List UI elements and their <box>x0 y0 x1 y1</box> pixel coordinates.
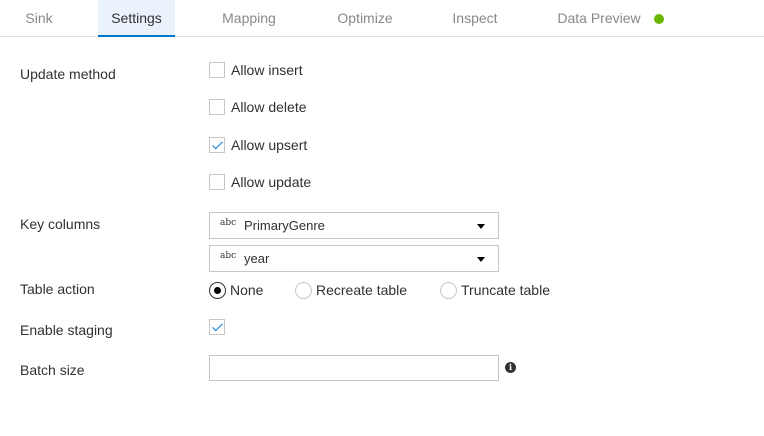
table-action-none-radio[interactable]: None <box>209 280 263 300</box>
table-action-recreate-radio[interactable]: Recreate table <box>295 280 407 300</box>
tab-bar: Sink Settings Mapping Optimize Inspect D… <box>0 0 764 37</box>
caret-down-icon[interactable] <box>477 224 485 229</box>
checkmark-icon <box>212 320 223 332</box>
table-action-label: Table action <box>20 281 95 297</box>
radio-circle[interactable] <box>440 281 457 299</box>
caret-down-icon[interactable] <box>477 257 485 262</box>
radio-label: Recreate table <box>316 282 408 298</box>
allow-upsert-label: Allow upsert <box>231 137 308 153</box>
tab-mapping[interactable]: Mapping <box>210 0 288 37</box>
table-action-truncate-radio[interactable]: Truncate table <box>440 280 550 300</box>
key-column-select-1[interactable]: abc PrimaryGenre <box>209 212 499 239</box>
checkbox-box[interactable] <box>209 99 225 115</box>
checkmark-icon <box>212 138 223 150</box>
tab-optimize[interactable]: Optimize <box>326 0 404 37</box>
radio-circle[interactable] <box>295 281 312 299</box>
checkbox-box[interactable] <box>209 137 225 153</box>
radio-label: Truncate table <box>461 282 550 298</box>
allow-upsert-checkbox[interactable]: Allow upsert <box>209 136 307 154</box>
key-columns-label: Key columns <box>20 216 101 232</box>
tab-sink[interactable]: Sink <box>14 0 64 37</box>
string-type-icon: abc <box>220 251 237 261</box>
allow-update-label: Allow update <box>231 174 312 190</box>
allow-delete-checkbox[interactable]: Allow delete <box>209 98 307 116</box>
enable-staging-label: Enable staging <box>20 322 113 338</box>
checkbox-box[interactable] <box>209 319 225 335</box>
tab-data-preview[interactable]: Data Preview <box>549 0 649 37</box>
key-column-value: year <box>244 251 270 266</box>
key-column-select-2[interactable]: abc year <box>209 245 499 272</box>
info-icon[interactable]: i <box>505 362 516 373</box>
checkbox-box[interactable] <box>209 174 225 190</box>
string-type-icon: abc <box>220 218 237 228</box>
allow-update-checkbox[interactable]: Allow update <box>209 173 311 191</box>
tab-inspect[interactable]: Inspect <box>443 0 507 37</box>
radio-circle[interactable] <box>209 281 226 299</box>
batch-size-input[interactable] <box>209 355 499 381</box>
key-column-value: PrimaryGenre <box>244 218 325 233</box>
allow-insert-label: Allow insert <box>231 62 303 78</box>
allow-delete-label: Allow delete <box>231 99 307 115</box>
allow-insert-checkbox[interactable]: Allow insert <box>209 61 303 79</box>
batch-size-label: Batch size <box>20 362 85 378</box>
update-method-label: Update method <box>20 66 116 82</box>
radio-label: None <box>230 282 264 298</box>
checkbox-box[interactable] <box>209 62 225 78</box>
status-dot-icon <box>654 14 664 24</box>
enable-staging-checkbox[interactable] <box>209 318 225 336</box>
tab-settings[interactable]: Settings <box>98 0 175 37</box>
